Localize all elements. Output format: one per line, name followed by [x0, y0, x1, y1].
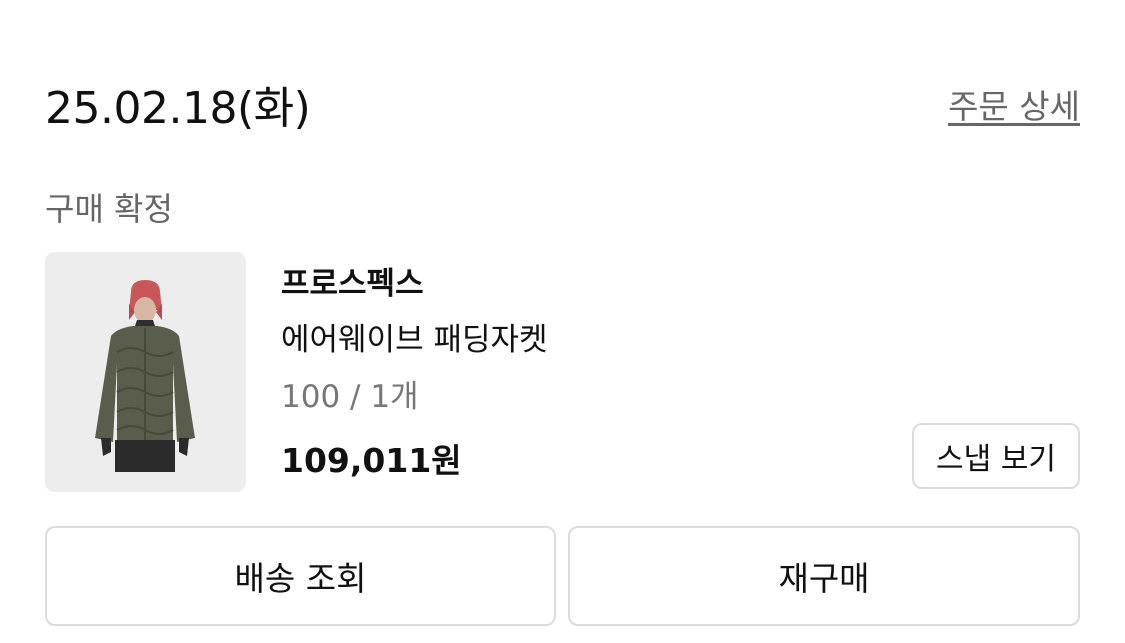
order-status: 구매 확정: [45, 190, 173, 228]
order-detail-link[interactable]: 주문 상세: [948, 80, 1080, 128]
track-delivery-button[interactable]: 배송 조회: [45, 526, 556, 626]
padded-jacket-model-icon: [45, 252, 246, 492]
product-name[interactable]: 에어웨이브 패딩자켓: [281, 314, 548, 359]
product-image[interactable]: [45, 252, 246, 492]
product-option: 100 / 1개: [281, 379, 419, 415]
brand-name: 프로스펙스: [281, 266, 424, 302]
rebuy-button[interactable]: 재구매: [568, 526, 1080, 626]
snap-view-button[interactable]: 스냅 보기: [912, 423, 1080, 489]
product-price: 109,011원: [281, 441, 462, 480]
order-date: 25.02.18(화): [45, 83, 311, 134]
